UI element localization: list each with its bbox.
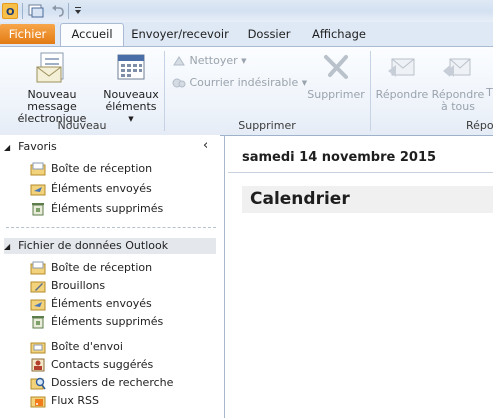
folder-inbox[interactable]: Boîte de réception xyxy=(30,260,152,276)
contacts-folder-icon xyxy=(30,358,46,372)
reply-all-label-line2: à tous xyxy=(441,100,475,113)
minimize-pane-button[interactable]: ‹ xyxy=(203,138,208,154)
ribbon-tab-strip: Fichier Accueil Envoyer/recevoir Dossier… xyxy=(0,22,493,46)
folder-deleted-label: Éléments supprimés xyxy=(51,315,164,328)
junk-mail-label: Courrier indésirable xyxy=(189,76,299,89)
folder-deleted-items[interactable]: Éléments supprimés xyxy=(30,314,163,330)
favorites-label: Favoris xyxy=(18,140,57,153)
folder-drafts-label: Brouillons xyxy=(51,279,106,292)
forward-button[interactable]: T xyxy=(486,87,493,99)
dropdown-caret-icon: ▼ xyxy=(241,57,247,65)
favorite-inbox-label: Boîte de réception xyxy=(51,162,153,175)
outlook-logo-icon[interactable]: O xyxy=(2,3,18,19)
collapse-triangle-icon: ◢ xyxy=(4,143,11,152)
folder-contacts-label: Contacts suggérés xyxy=(51,358,154,371)
undo-icon[interactable] xyxy=(50,3,66,19)
new-email-icon xyxy=(4,51,100,86)
favorites-header[interactable]: ◢ Favoris xyxy=(4,139,57,155)
data-file-header-label[interactable]: ◢ Fichier de données Outlook xyxy=(4,238,168,254)
tab-accueil[interactable]: Accueil xyxy=(60,23,124,46)
folder-rss-feeds[interactable]: Flux RSS xyxy=(30,393,99,409)
favorite-sent-label: Éléments envoyés xyxy=(51,182,152,195)
deleted-items-icon xyxy=(30,315,46,329)
tab-envoyer-recevoir[interactable]: Envoyer/recevoir xyxy=(130,24,230,44)
outbox-folder-icon xyxy=(30,340,46,354)
navigation-pane-border xyxy=(224,135,225,418)
delete-button[interactable]: Supprimer xyxy=(306,51,366,101)
folder-search-label: Dossiers de recherche xyxy=(51,376,174,389)
collapse-triangle-icon: ◢ xyxy=(4,242,11,251)
clean-up-button[interactable]: Nettoyer ▼ xyxy=(172,53,247,69)
forward-label: T xyxy=(486,87,493,99)
rss-folder-icon xyxy=(30,394,46,408)
svg-text:O: O xyxy=(6,7,15,18)
section-divider xyxy=(6,227,216,228)
send-receive-icon[interactable] xyxy=(28,3,44,19)
reply-icon xyxy=(374,51,430,86)
junk-mail-icon xyxy=(172,78,186,88)
folder-rss-label: Flux RSS xyxy=(51,394,99,407)
reply-all-button[interactable]: Répondre à tous xyxy=(430,51,486,113)
sent-folder-icon xyxy=(30,182,46,196)
folder-drafts[interactable]: Brouillons xyxy=(30,278,105,294)
folder-sent-label: Éléments envoyés xyxy=(51,297,152,310)
folder-search-folders[interactable]: Dossiers de recherche xyxy=(30,375,173,391)
sent-folder-icon xyxy=(30,297,46,311)
search-folder-icon xyxy=(30,376,46,390)
junk-mail-button[interactable]: Courrier indésirable ▼ xyxy=(172,75,307,91)
calendar-date: samedi 14 novembre 2015 xyxy=(242,150,437,165)
ribbon: Nouveau message électronique Nouveaux él… xyxy=(0,46,493,136)
group-separator-2 xyxy=(370,51,371,131)
clean-up-icon xyxy=(173,56,185,66)
group-label-nouveau: Nouveau xyxy=(57,119,107,132)
delete-label: Supprimer xyxy=(307,88,365,101)
folder-inbox-label: Boîte de réception xyxy=(51,261,153,274)
customize-toolbar-icon[interactable] xyxy=(73,3,83,19)
title-bar: O xyxy=(0,0,493,22)
inbox-folder-icon xyxy=(30,261,46,275)
folder-sent-items[interactable]: Éléments envoyés xyxy=(30,296,152,312)
tab-fichier[interactable]: Fichier xyxy=(0,24,55,44)
clean-up-label: Nettoyer xyxy=(189,54,238,67)
toolbar-divider-2 xyxy=(68,3,69,19)
data-file-label: Fichier de données Outlook xyxy=(18,239,169,252)
reply-button[interactable]: Répondre xyxy=(374,51,430,101)
folder-outbox-label: Boîte d'envoi xyxy=(51,340,123,353)
tab-affichage[interactable]: Affichage xyxy=(308,24,370,44)
calendar-icon xyxy=(102,51,160,86)
calendar-date-header: samedi 14 novembre 2015 xyxy=(228,144,493,173)
inbox-folder-icon xyxy=(30,162,46,176)
new-email-button[interactable]: Nouveau message électronique xyxy=(4,51,100,125)
favorite-inbox[interactable]: Boîte de réception xyxy=(30,161,152,177)
calendar-title-bar: Calendrier xyxy=(242,186,493,213)
tab-dossier[interactable]: Dossier xyxy=(240,24,298,44)
new-items-label-line2: éléments xyxy=(105,100,157,113)
favorite-deleted-items[interactable]: Éléments supprimés xyxy=(30,201,163,217)
folder-suggested-contacts[interactable]: Contacts suggérés xyxy=(30,357,153,373)
drafts-folder-icon xyxy=(30,279,46,293)
chevron-left-icon: ‹ xyxy=(203,138,209,153)
toolbar-divider xyxy=(22,3,23,19)
favorite-sent-items[interactable]: Éléments envoyés xyxy=(30,181,152,197)
deleted-items-icon xyxy=(30,202,46,216)
group-label-supprimer: Supprimer xyxy=(238,119,296,132)
favorite-deleted-label: Éléments supprimés xyxy=(51,202,164,215)
reply-label: Répondre xyxy=(375,88,429,101)
new-email-label-line1: Nouveau message xyxy=(27,88,77,113)
group-label-repondre: Répo xyxy=(466,119,493,132)
calendar-title: Calendrier xyxy=(250,189,350,209)
new-items-button[interactable]: Nouveaux éléments ▼ xyxy=(102,51,160,125)
reply-all-icon xyxy=(430,51,486,86)
delete-x-icon xyxy=(306,51,366,86)
folder-outbox[interactable]: Boîte d'envoi xyxy=(30,339,123,355)
